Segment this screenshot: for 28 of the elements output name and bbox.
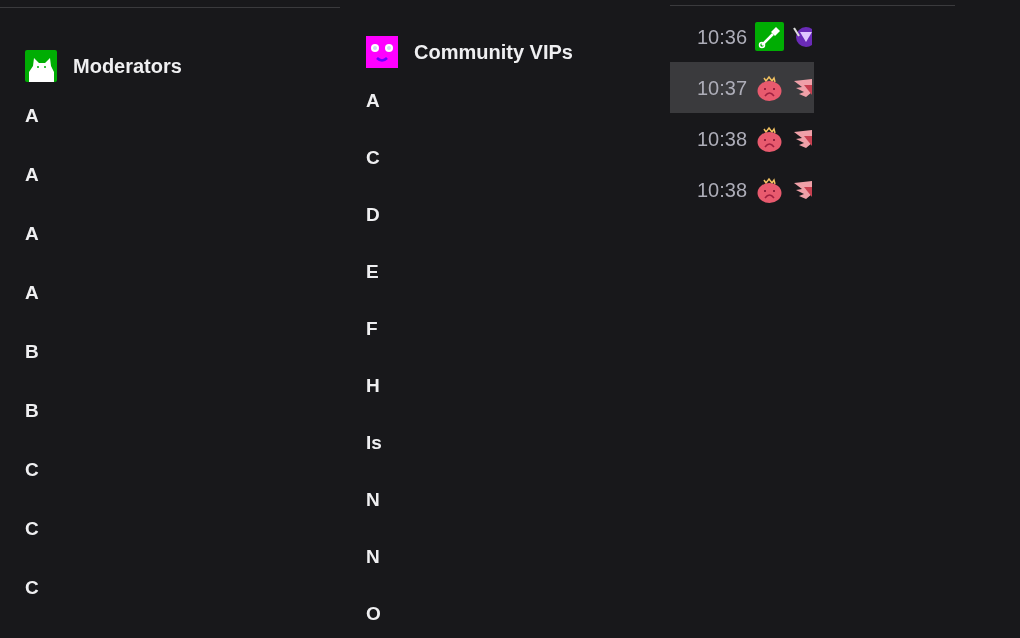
username[interactable]: A: [25, 280, 39, 305]
username[interactable]: C: [25, 575, 39, 600]
username[interactable]: C: [25, 516, 39, 541]
group-heading: Moderators: [73, 54, 182, 79]
username[interactable]: N: [366, 544, 380, 569]
username[interactable]: A: [25, 221, 39, 246]
username[interactable]: N: [366, 487, 380, 512]
timestamp: 10:38: [697, 126, 748, 152]
username[interactable]: A: [25, 103, 39, 128]
timestamp: 10:36: [697, 24, 748, 50]
username[interactable]: B: [25, 339, 39, 364]
username[interactable]: C: [366, 145, 380, 170]
username[interactable]: Is: [366, 430, 382, 455]
username[interactable]: B: [25, 398, 39, 423]
username[interactable]: C: [25, 457, 39, 482]
timestamp: 10:38: [697, 177, 748, 203]
shovel-icon: [755, 22, 785, 51]
username[interactable]: F: [366, 316, 378, 341]
username[interactable]: A: [366, 88, 380, 113]
timestamp: 10:37: [697, 75, 748, 101]
username[interactable]: H: [366, 373, 380, 398]
username[interactable]: A: [25, 162, 39, 187]
username[interactable]: E: [366, 259, 379, 284]
username[interactable]: O: [366, 601, 381, 626]
smiling-face-icon: [366, 36, 398, 68]
username[interactable]: D: [366, 202, 380, 227]
group-heading: Community VIPs: [414, 40, 573, 65]
cat-icon: [25, 50, 57, 82]
